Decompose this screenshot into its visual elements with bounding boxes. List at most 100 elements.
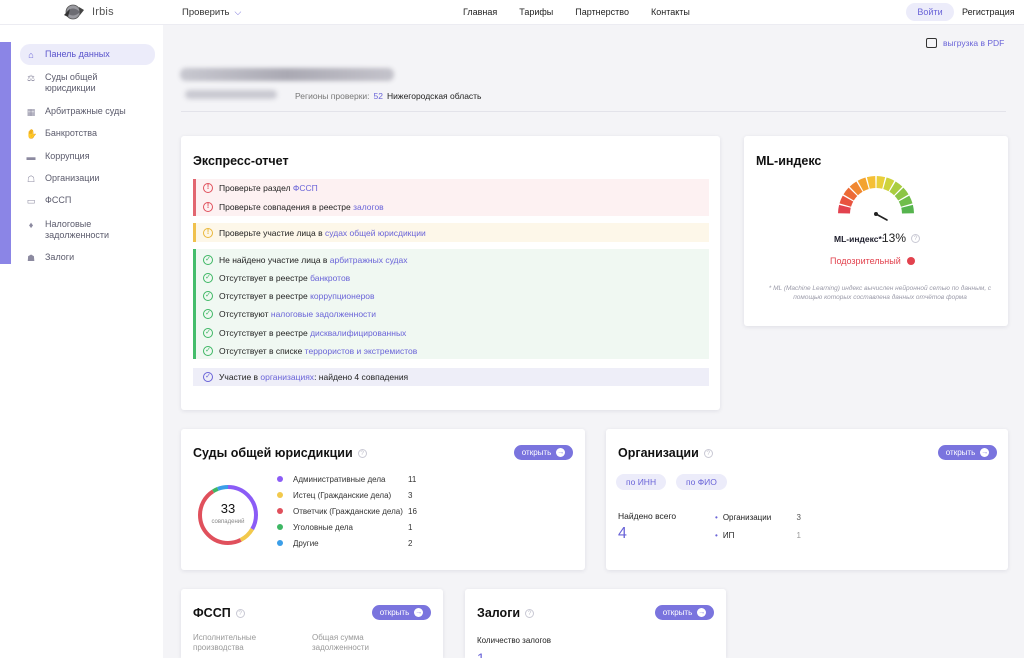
check-circle-icon: ✓ (203, 346, 213, 356)
gauge-segment (901, 204, 914, 214)
legend-label: Истец (Гражданские дела) (293, 491, 392, 500)
ok-row: ✓ Отсутствует в реестре коррупционеров (193, 291, 709, 301)
legend-dot (277, 508, 283, 514)
gauge-segment (838, 204, 851, 214)
register-link[interactable]: Регистрация (962, 7, 1015, 17)
ok-link[interactable]: банкротов (310, 273, 350, 283)
fssp-title: ФССП? (193, 606, 245, 620)
organizations-title-text: Организации (618, 446, 699, 460)
ok-row: ✓ Отсутствует в реестре дисквалифицирова… (193, 328, 709, 338)
fssp-title-text: ФССП (193, 606, 231, 620)
sidebar-item-tax-debts[interactable]: ♦ Налоговые задолженности (20, 214, 140, 246)
ml-footnote: * ML (Machine Learning) индекс вычислен … (768, 285, 992, 301)
organizations-card: Организации? открыть → по ИНН по ФИО Найд… (606, 429, 1008, 570)
organizations-open-button[interactable]: открыть → (938, 445, 997, 460)
help-icon[interactable]: ? (357, 449, 367, 458)
organizations-title: Организации? (618, 446, 713, 460)
open-label: открыть (662, 608, 693, 617)
arrow-right-icon: → (414, 608, 424, 617)
open-label: открыть (521, 448, 552, 457)
pdf-export-button[interactable]: выгрузка в PDF (926, 38, 1004, 48)
pledges-card: Залоги? открыть → Количество залогов 1 (465, 589, 726, 658)
check-circle-icon: ✓ (203, 273, 213, 283)
bullet-icon: • (715, 531, 718, 540)
legend-value: 11 (408, 475, 417, 484)
courts-card: Суды общей юрисдикции? открыть → 33 совпа… (181, 429, 585, 570)
express-report-card: Экспресс-отчет ! Проверьте раздел ФССП !… (181, 136, 720, 410)
nav-tariffs[interactable]: Тарифы (519, 7, 553, 17)
ml-gauge (838, 176, 914, 221)
help-icon[interactable]: ? (525, 609, 535, 618)
logo[interactable]: Irbis (62, 3, 114, 21)
orgs-row-label: ИП (722, 531, 735, 540)
ok-text: Отсутствует в реестре (219, 328, 311, 338)
ok-link[interactable]: террористов и экстремистов (305, 346, 418, 356)
help-icon[interactable]: ? (703, 449, 713, 458)
pledges-count-label: Количество залогов (477, 636, 551, 645)
alert-icon: ! (203, 202, 213, 212)
filter-chip-fio[interactable]: по ФИО (676, 474, 727, 490)
chevron-down-icon: ⌵ (234, 7, 242, 17)
ml-status: Подозрительный (830, 256, 915, 266)
gauge-segment (876, 176, 886, 189)
legend-value: 3 (408, 491, 413, 500)
warning-link[interactable]: судах общей юрисдикции (325, 228, 426, 238)
orgs-row-value: 3 (796, 513, 801, 522)
check-circle-icon: ✓ (203, 255, 213, 265)
ok-link[interactable]: налоговые задолженности (271, 309, 376, 319)
legend-dot (277, 476, 283, 482)
top-bar: Irbis Проверить ⌵ Главная Тарифы Партнер… (0, 0, 1024, 25)
fssp-open-button[interactable]: открыть → (372, 605, 431, 620)
sidebar-item-arbitration[interactable]: ▦ Арбитражные суды (20, 101, 155, 122)
sidebar-item-corruption[interactable]: ▬ Коррупция (20, 146, 155, 167)
alert-link[interactable]: ФССП (293, 183, 318, 193)
open-label: открыть (379, 608, 410, 617)
info-suffix: : найдено 4 совпадения (314, 372, 409, 382)
found-total-label: Найдено всего (618, 511, 677, 521)
nav-contacts[interactable]: Контакты (651, 7, 690, 17)
sidebar-item-pledges[interactable]: ☗ Залоги (20, 247, 155, 268)
express-report-title: Экспресс-отчет (193, 154, 289, 168)
courts-open-button[interactable]: открыть → (514, 445, 573, 460)
check-dropdown[interactable]: Проверить ⌵ (182, 7, 241, 18)
orgs-row: • Организации 3 (715, 513, 801, 522)
fssp-card: ФССП? открыть → Исполнительные производст… (181, 589, 443, 658)
help-icon[interactable]: ? (235, 609, 245, 618)
ok-link[interactable]: дисквалифицированных (310, 328, 406, 338)
sidebar-item-general-courts[interactable]: ⚖ Суды общей юрисдикции (20, 67, 140, 99)
briefcase-icon: ▬ (26, 152, 36, 162)
legend-row: Административные дела 11 (277, 475, 422, 484)
sidebar-item-label: Банкротства (45, 128, 97, 138)
pledges-open-button[interactable]: открыть → (655, 605, 714, 620)
pledges-title: Залоги? (477, 606, 535, 620)
ok-link[interactable]: коррупционеров (310, 291, 375, 301)
ml-status-text: Подозрительный (830, 256, 901, 266)
alert-icon: ! (203, 183, 213, 193)
filter-chip-inn[interactable]: по ИНН (616, 474, 667, 490)
sidebar-item-label: Суды общей юрисдикции (45, 72, 98, 93)
sidebar-item-organizations[interactable]: ☖ Организации (20, 168, 155, 189)
legend-value: 1 (408, 523, 413, 532)
login-button[interactable]: Войти (906, 3, 954, 21)
sidebar-item-fssp[interactable]: ▭ ФССП (20, 190, 155, 211)
courts-total: 33 (220, 501, 236, 516)
nav-home[interactable]: Главная (463, 7, 497, 17)
legend-label: Административные дела (293, 475, 386, 484)
ml-index-title: ML-индекс (756, 154, 822, 168)
sidebar-item-bankruptcy[interactable]: ✋ Банкротства (20, 123, 155, 144)
orgs-row-value: 1 (796, 531, 801, 540)
sidebar-item-dashboard[interactable]: ⌂ Панель данных (20, 44, 155, 65)
region-code: 52 (373, 91, 383, 101)
info-link[interactable]: организациях (260, 372, 314, 382)
organization-icon: ☖ (26, 174, 36, 184)
pledge-icon: ☗ (26, 253, 36, 263)
arrow-right-icon: → (556, 448, 566, 457)
fssp-col2-label: Общая сумма задолженности (312, 633, 369, 652)
status-dot-icon (906, 257, 915, 265)
help-icon[interactable]: ? (911, 234, 921, 243)
nav-partnership[interactable]: Партнерство (575, 7, 629, 17)
alert-link[interactable]: залогов (353, 202, 384, 212)
gauge-segment (866, 176, 876, 189)
check-circle-icon: ✓ (203, 328, 213, 338)
ok-link[interactable]: арбитражных судах (330, 255, 408, 265)
